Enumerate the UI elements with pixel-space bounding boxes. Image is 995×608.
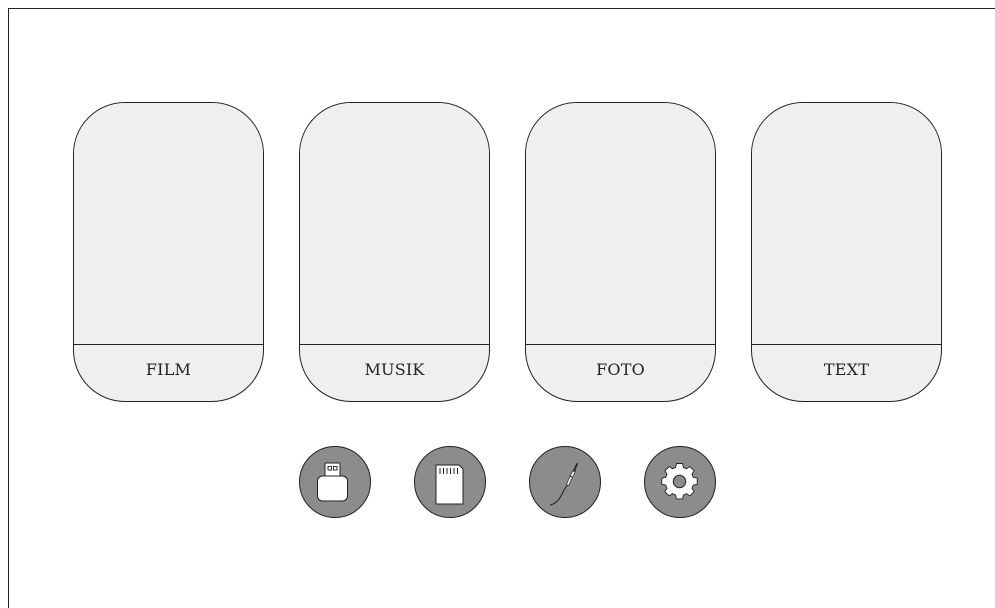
text-thumbnail [752,103,941,345]
media-screen: FILM MUSIK FOTO TEXT [8,8,995,608]
audio-input-button[interactable] [529,446,601,518]
film-label: FILM [145,360,192,379]
settings-button[interactable] [644,446,716,518]
text-card[interactable]: TEXT [751,102,942,402]
photo-thumbnail [526,103,715,345]
sd-card-icon [435,464,464,505]
film-thumbnail [74,103,263,345]
audio-jack-icon [549,463,578,506]
music-card[interactable]: MUSIK [299,102,490,402]
photo-card[interactable]: FOTO [525,102,716,402]
music-thumbnail [300,103,489,345]
usb-source-button[interactable] [299,446,371,518]
text-label: TEXT [823,360,870,379]
gear-icon [661,463,698,500]
photo-label: FOTO [596,360,645,379]
usb-drive-icon [317,462,348,502]
sd-card-source-button[interactable] [414,446,486,518]
music-label: MUSIK [364,360,425,379]
film-card[interactable]: FILM [73,102,264,402]
